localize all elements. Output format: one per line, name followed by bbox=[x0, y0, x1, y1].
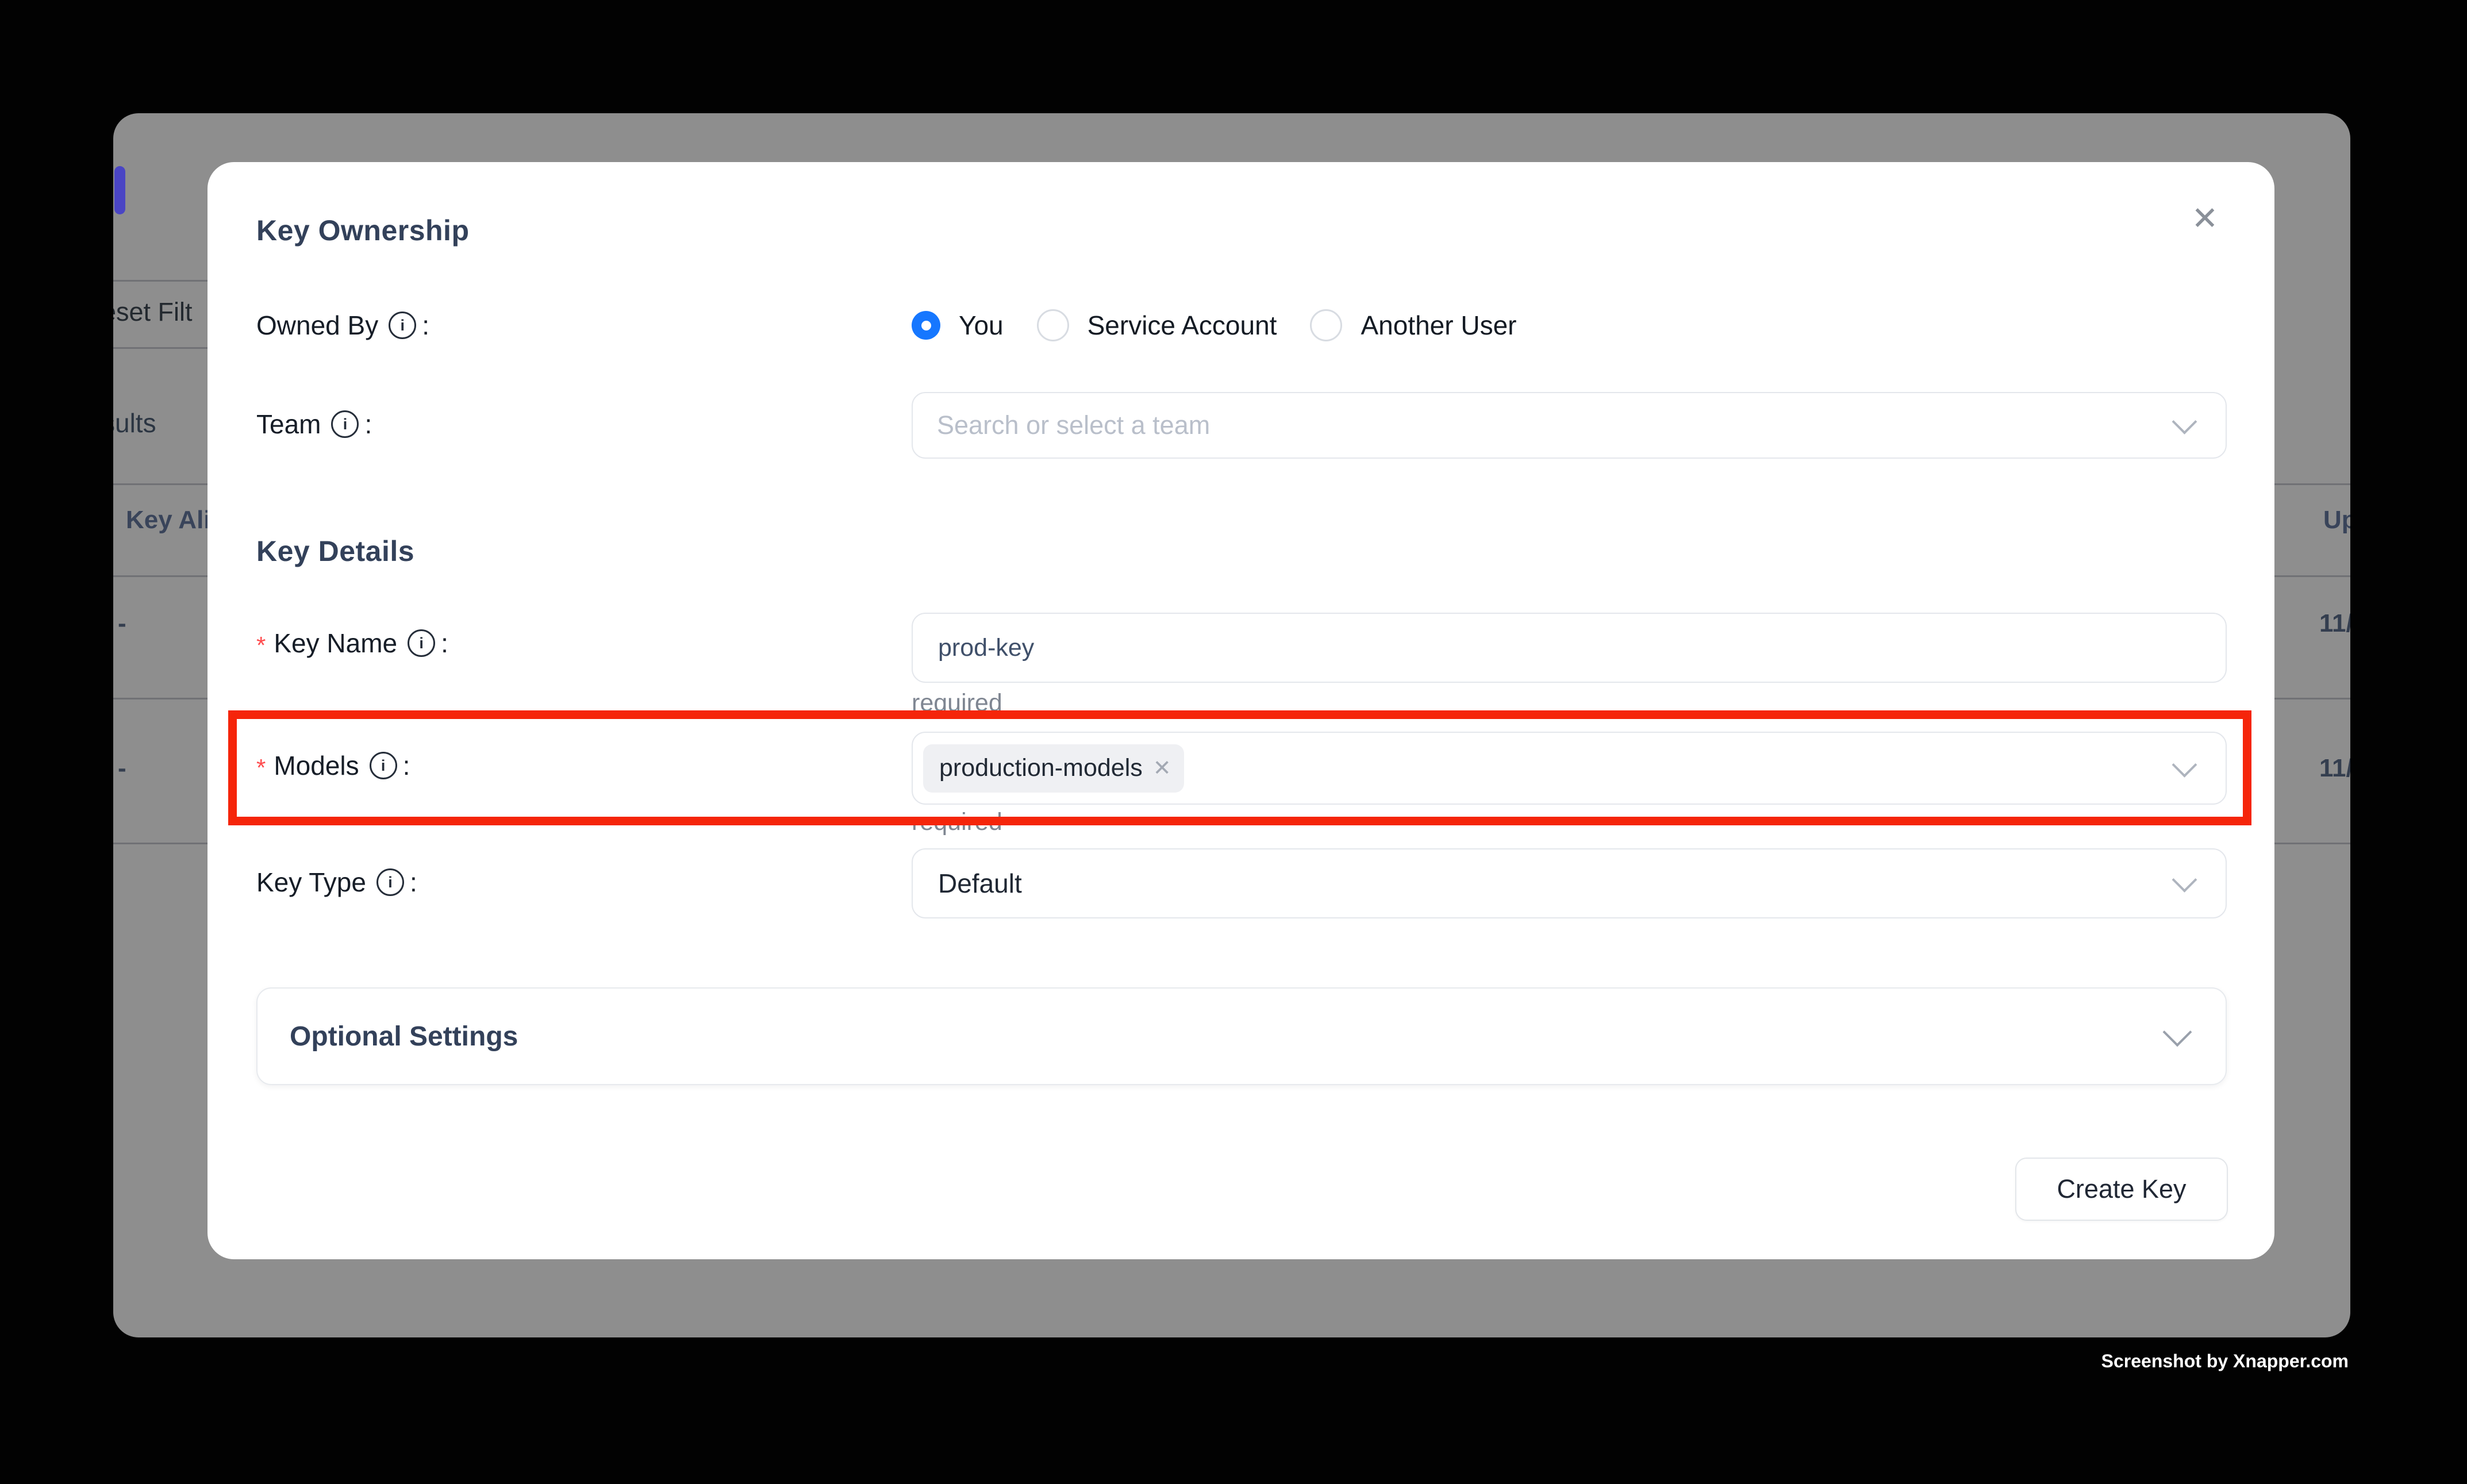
chevron-down-icon bbox=[2163, 1017, 2192, 1047]
info-icon: i bbox=[331, 410, 359, 438]
team-select[interactable]: Search or select a team bbox=[912, 392, 2227, 459]
table-row-cell: - bbox=[118, 609, 126, 638]
page: { "icons": { "close": "✕", "remove_tag":… bbox=[0, 0, 2467, 1484]
radio-option-you[interactable]: You bbox=[912, 310, 1004, 341]
divider bbox=[113, 280, 214, 282]
radio-option-service-account[interactable]: Service Account bbox=[1037, 309, 1277, 341]
key-type-label: Key Type i : bbox=[256, 864, 417, 900]
watermark-text: Screenshot by Xnapper.com bbox=[2101, 1351, 2349, 1372]
key-name-label: * Key Name i : bbox=[256, 625, 448, 661]
radio-selected-icon[interactable] bbox=[912, 311, 940, 340]
key-type-select[interactable]: Default bbox=[912, 848, 2227, 918]
key-ownership-section-title: Key Ownership bbox=[256, 214, 470, 247]
chevron-down-icon bbox=[2172, 409, 2197, 435]
results-count-fragment: sults bbox=[113, 407, 156, 439]
radio-option-another-user[interactable]: Another User bbox=[1310, 309, 1516, 341]
divider bbox=[113, 347, 214, 349]
key-name-input[interactable]: prod-key bbox=[912, 613, 2227, 683]
key-name-value: prod-key bbox=[938, 634, 1034, 662]
dimmed-primary-button-fragment bbox=[114, 166, 125, 214]
table-row-cell: - bbox=[118, 754, 126, 783]
create-key-button[interactable]: Create Key bbox=[2015, 1158, 2228, 1221]
radio-unselected-icon[interactable] bbox=[1037, 309, 1069, 341]
info-icon: i bbox=[376, 868, 404, 896]
radio-unselected-icon[interactable] bbox=[1310, 309, 1342, 341]
reset-filters-fragment: eset Filt bbox=[113, 297, 193, 327]
info-icon: i bbox=[408, 629, 435, 657]
team-label: Team i : bbox=[256, 406, 372, 442]
key-type-value: Default bbox=[938, 868, 1022, 899]
key-details-section-title: Key Details bbox=[256, 535, 414, 568]
required-marker: * bbox=[256, 632, 266, 659]
info-icon: i bbox=[389, 312, 416, 339]
updated-column-header-fragment: Up bbox=[2323, 506, 2350, 535]
annotation-highlight-box bbox=[228, 710, 2251, 825]
chevron-down-icon bbox=[2172, 867, 2197, 893]
owned-by-label: Owned By i : bbox=[256, 307, 429, 343]
table-row-date-fragment: 11/ bbox=[2319, 754, 2350, 783]
optional-settings-title: Optional Settings bbox=[290, 1021, 518, 1052]
optional-settings-header[interactable]: Optional Settings bbox=[256, 987, 2227, 1085]
owned-by-radio-group: You Service Account Another User bbox=[912, 305, 1516, 345]
team-select-placeholder: Search or select a team bbox=[937, 410, 1210, 440]
table-row-date-fragment: 11/ bbox=[2319, 609, 2350, 638]
close-button[interactable]: ✕ bbox=[2183, 197, 2227, 240]
close-icon: ✕ bbox=[2192, 199, 2219, 237]
